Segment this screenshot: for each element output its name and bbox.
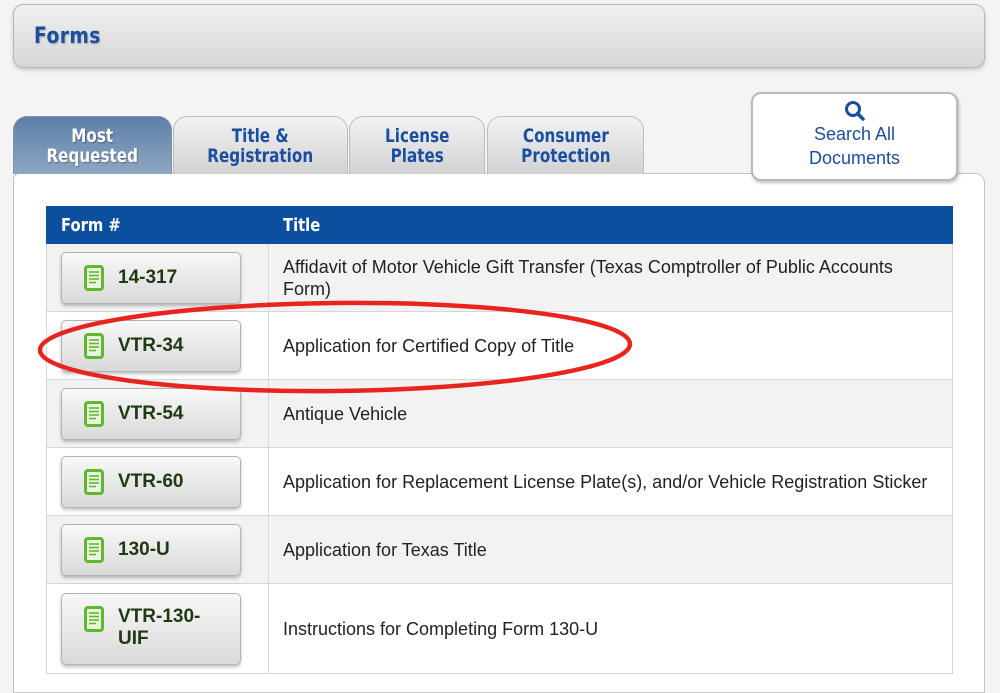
form-download-button[interactable]: 130-U — [61, 523, 241, 576]
document-icon — [84, 332, 104, 359]
form-number-cell: 130-U — [46, 515, 269, 584]
table-row: VTR-60 Application for Replacement Licens… — [46, 447, 953, 516]
document-icon — [84, 264, 104, 291]
form-number: VTR-60 — [118, 470, 184, 492]
form-number-cell: VTR-34 — [46, 311, 269, 380]
column-header-title: Title — [268, 206, 953, 244]
search-icon — [844, 101, 865, 121]
search-all-documents-button[interactable]: Search All Documents — [751, 92, 958, 181]
form-title: Affidavit of Motor Vehicle Gift Transfer… — [268, 243, 953, 312]
table-row: VTR-130- UIF Instructions for Completing … — [46, 583, 953, 674]
table-row: VTR-54 Antique Vehicle — [46, 379, 953, 448]
tab-label: Most Requested — [46, 124, 139, 167]
form-number: 130-U — [118, 538, 170, 560]
document-icon — [84, 536, 104, 563]
table-row: 130-U Application for Texas Title — [46, 515, 953, 584]
form-download-button[interactable]: 14-317 — [61, 251, 241, 304]
tab-label: License Plates — [384, 124, 450, 167]
search-button-label: Search All Documents — [808, 124, 901, 168]
form-number: VTR-130- UIF — [118, 605, 201, 649]
form-number-cell: 14-317 — [46, 243, 269, 312]
forms-header-bar: Forms — [13, 4, 985, 68]
form-number: VTR-34 — [118, 334, 184, 356]
column-header-form-number: Form # — [46, 206, 269, 244]
table-row: VTR-34 Application for Certified Copy of … — [46, 311, 953, 380]
tab-most-requested[interactable]: Most Requested — [13, 116, 172, 174]
form-title: Instructions for Completing Form 130-U — [268, 583, 953, 674]
table-header-row: Form # Title — [46, 206, 953, 244]
form-download-button[interactable]: VTR-130- UIF — [61, 592, 241, 665]
document-icon — [84, 468, 104, 495]
table-row: 14-317 Affidavit of Motor Vehicle Gift Tr… — [46, 243, 953, 312]
form-download-button[interactable]: VTR-34 — [61, 319, 241, 372]
form-download-button[interactable]: VTR-60 — [61, 455, 241, 508]
document-icon — [84, 605, 104, 632]
form-number-cell: VTR-130- UIF — [46, 583, 269, 674]
tab-license-plates[interactable]: License Plates — [349, 116, 485, 174]
document-icon — [84, 400, 104, 427]
form-number-cell: VTR-54 — [46, 379, 269, 448]
form-title: Application for Replacement License Plat… — [268, 447, 953, 516]
tab-label: Title & Registration — [207, 124, 314, 167]
tab-label: Consumer Protection — [520, 124, 611, 167]
page-title: Forms — [34, 24, 101, 49]
form-number: 14-317 — [118, 266, 178, 288]
form-title: Antique Vehicle — [268, 379, 953, 448]
tab-consumer-protection[interactable]: Consumer Protection — [487, 116, 644, 174]
form-title: Application for Texas Title — [268, 515, 953, 584]
form-number-cell: VTR-60 — [46, 447, 269, 516]
forms-table: Form # Title 14-317 Affidavit of Motor Ve… — [46, 206, 953, 674]
form-title: Application for Certified Copy of Title — [268, 311, 953, 380]
form-download-button[interactable]: VTR-54 — [61, 387, 241, 440]
form-number: VTR-54 — [118, 402, 184, 424]
tab-title-registration[interactable]: Title & Registration — [173, 116, 348, 174]
